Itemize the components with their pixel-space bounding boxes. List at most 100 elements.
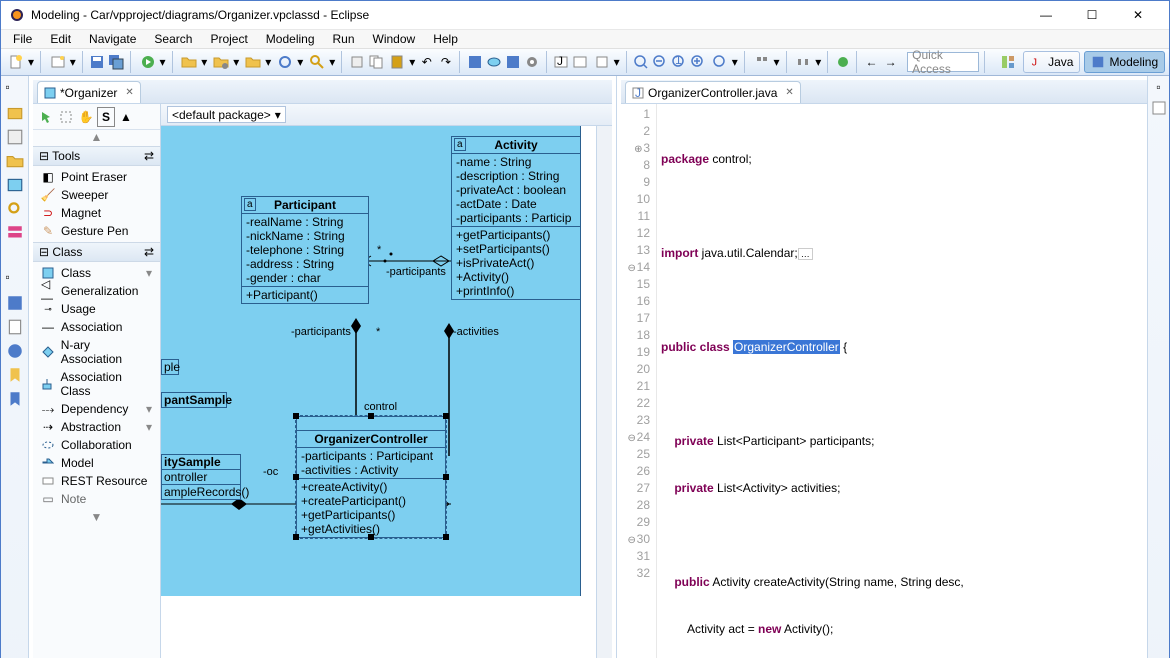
align-button[interactable] xyxy=(751,51,773,73)
resize-handle[interactable] xyxy=(293,534,299,540)
tab-java[interactable]: J OrganizerController.java ✕ xyxy=(625,81,801,103)
tab-organizer[interactable]: *Organizer ✕ xyxy=(37,81,141,103)
vp-usecase-button[interactable] xyxy=(485,51,502,73)
uml-canvas[interactable]: aParticipant -realName : String -nickNam… xyxy=(161,126,596,658)
menu-search[interactable]: Search xyxy=(146,30,200,48)
pi-assoc-class[interactable]: Association Class xyxy=(33,368,160,400)
tool-point-eraser[interactable]: ◧Point Eraser xyxy=(33,168,160,186)
message-icon[interactable] xyxy=(6,342,24,360)
resize-handle[interactable] xyxy=(443,474,449,480)
close-button[interactable]: ✕ xyxy=(1115,1,1161,29)
menu-navigate[interactable]: Navigate xyxy=(81,30,144,48)
vp-save-button[interactable] xyxy=(504,51,521,73)
menu-run[interactable]: Run xyxy=(325,30,363,48)
diagram-navigator-icon[interactable] xyxy=(6,128,24,146)
freehand-tool[interactable]: ▲ xyxy=(117,107,135,127)
pi-nary[interactable]: N-ary Association xyxy=(33,336,160,368)
cursor-tool[interactable] xyxy=(37,107,55,127)
lasso-tool[interactable] xyxy=(57,107,75,127)
open-perspective-button[interactable] xyxy=(997,51,1019,73)
close-icon[interactable]: ✕ xyxy=(785,87,793,98)
maximize-button[interactable]: ☐ xyxy=(1069,1,1115,29)
pi-rest[interactable]: REST Resource xyxy=(33,472,160,490)
tool-gesture-pen[interactable]: ✎Gesture Pen xyxy=(33,222,160,240)
uml-organizer-controller[interactable]: OrganizerController -participants : Part… xyxy=(296,416,446,538)
quick-access-input[interactable]: Quick Access xyxy=(907,52,979,72)
fold-icon[interactable]: ⊖ xyxy=(627,260,637,277)
uml-fragment[interactable]: ple xyxy=(161,359,179,375)
pi-note[interactable]: ▭Note xyxy=(33,490,160,508)
dropdown-icon[interactable]: ▾ xyxy=(731,55,739,69)
palette-tools-header[interactable]: ⊟ Tools⇄ xyxy=(33,146,160,166)
bookmark-icon[interactable] xyxy=(6,366,24,384)
pi-usage[interactable]: ⊸Usage xyxy=(33,300,160,318)
dropdown-icon[interactable]: ▾ xyxy=(613,55,621,69)
open-button[interactable] xyxy=(178,51,200,73)
description-icon[interactable] xyxy=(6,318,24,336)
new-button[interactable] xyxy=(5,51,27,73)
refresh-button[interactable] xyxy=(834,51,851,73)
project-explorer-icon[interactable] xyxy=(6,104,24,122)
undo-button[interactable]: ↶ xyxy=(418,51,435,73)
resize-handle[interactable] xyxy=(368,413,374,419)
code-editor[interactable]: package control; import java.util.Calend… xyxy=(657,104,1149,658)
dropdown-icon[interactable]: ▾ xyxy=(232,55,240,69)
palette-class-header[interactable]: ⊟ Class⇄ xyxy=(33,242,160,262)
minimize-button[interactable]: — xyxy=(1023,1,1069,29)
menu-modeling[interactable]: Modeling xyxy=(258,30,323,48)
collapse-up-icon[interactable]: ▲ xyxy=(33,130,160,146)
restore-icon[interactable]: ▫ xyxy=(1156,80,1160,94)
run-button[interactable] xyxy=(137,51,159,73)
paste-button[interactable] xyxy=(386,51,408,73)
class-repository-icon[interactable] xyxy=(6,176,24,194)
save-button[interactable] xyxy=(89,51,106,73)
fold-icon[interactable]: ⊖ xyxy=(627,430,637,447)
menu-window[interactable]: Window xyxy=(365,30,424,48)
copy-button[interactable] xyxy=(367,51,384,73)
open-build-button[interactable] xyxy=(210,51,232,73)
pi-collaboration[interactable]: Collaboration xyxy=(33,436,160,454)
restore-icon-2[interactable]: ▫ xyxy=(6,270,24,288)
perspective-java[interactable]: JJava xyxy=(1023,51,1080,73)
resize-handle[interactable] xyxy=(293,413,299,419)
orm-pane-icon[interactable] xyxy=(6,224,24,242)
canvas-scrollbar-v[interactable] xyxy=(596,126,612,658)
menu-help[interactable]: Help xyxy=(425,30,466,48)
model-explorer-icon[interactable] xyxy=(6,152,24,170)
dropdown-icon[interactable]: ▾ xyxy=(328,55,336,69)
close-icon[interactable]: ✕ xyxy=(125,87,133,98)
vp-code-button[interactable]: J xyxy=(552,51,569,73)
zoom-fit-button[interactable] xyxy=(632,51,649,73)
dropdown-icon[interactable]: ▾ xyxy=(69,55,77,69)
outline-icon[interactable] xyxy=(1151,100,1167,116)
vp-reverse-button[interactable] xyxy=(572,51,589,73)
vp-class-button[interactable] xyxy=(466,51,483,73)
bookmark2-icon[interactable] xyxy=(6,390,24,408)
restore-icon[interactable]: ▫ xyxy=(6,80,24,98)
resize-handle[interactable] xyxy=(443,534,449,540)
uml-fragment[interactable]: pantSample xyxy=(161,392,227,408)
menu-project[interactable]: Project xyxy=(202,30,255,48)
dropdown-icon[interactable]: ▾ xyxy=(773,55,781,69)
dropdown-icon[interactable]: ▾ xyxy=(146,266,152,280)
dropdown-icon[interactable]: ▾ xyxy=(159,55,167,69)
dropdown-icon[interactable]: ▾ xyxy=(146,402,152,416)
stereo-tool[interactable]: S xyxy=(97,107,115,127)
forward-button[interactable]: → xyxy=(882,51,899,73)
menu-edit[interactable]: Edit xyxy=(42,30,79,48)
back-button[interactable]: ← xyxy=(863,51,880,73)
dropdown-icon[interactable]: ▾ xyxy=(27,55,35,69)
dropdown-icon[interactable]: ▾ xyxy=(200,55,208,69)
resize-handle[interactable] xyxy=(293,474,299,480)
package-selector[interactable]: <default package>▾ xyxy=(167,106,286,123)
pan-tool[interactable]: ✋ xyxy=(77,107,95,127)
save-all-button[interactable] xyxy=(108,51,125,73)
fold-icon[interactable]: ⊕ xyxy=(633,141,643,158)
distribute-button[interactable] xyxy=(792,51,814,73)
dropdown-icon[interactable]: ▾ xyxy=(408,55,416,69)
pi-abstraction[interactable]: ⇢Abstraction▾ xyxy=(33,418,160,436)
cut-button[interactable] xyxy=(348,51,365,73)
collapse-down-icon[interactable]: ▼ xyxy=(33,510,160,526)
redo-button[interactable]: ↷ xyxy=(437,51,454,73)
vp-gear-button[interactable] xyxy=(524,51,541,73)
